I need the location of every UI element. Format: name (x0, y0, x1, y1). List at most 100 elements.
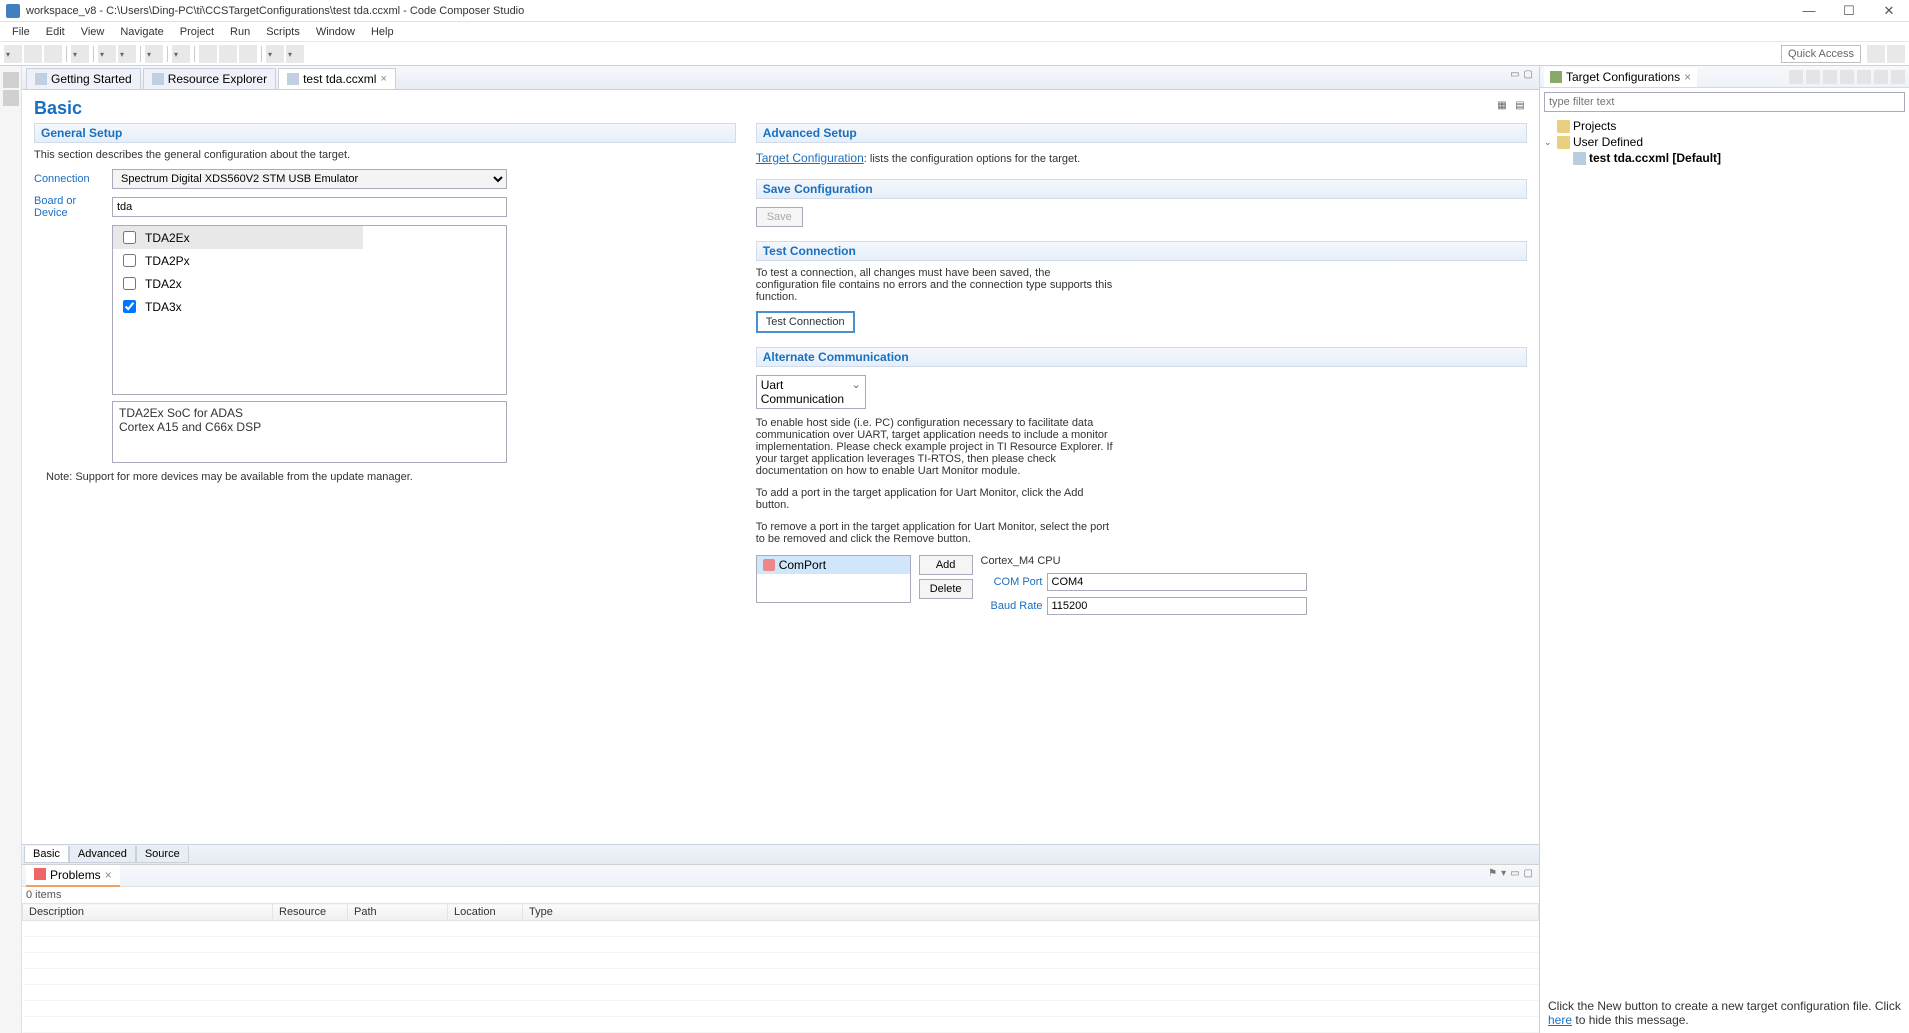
target-configuration-link[interactable]: Target Configuration (756, 151, 864, 165)
port-list[interactable]: ComPort (756, 555, 911, 603)
rp-refresh-icon[interactable] (1823, 70, 1837, 84)
device-item-tda2ex[interactable]: TDA2Ex (113, 226, 363, 249)
bottom-tab-advanced[interactable]: Advanced (69, 846, 136, 863)
toolbar-build-icon[interactable] (71, 45, 89, 63)
problems-close-icon[interactable]: × (105, 868, 112, 882)
save-button[interactable]: Save (756, 207, 803, 227)
tab-resource-explorer[interactable]: Resource Explorer (143, 68, 276, 89)
toolbar-perspective-debug-icon[interactable] (1887, 45, 1905, 63)
toolbar-search-icon[interactable] (172, 45, 190, 63)
toolbar-separator (93, 46, 94, 62)
bottom-tab-basic[interactable]: Basic (24, 846, 69, 863)
problems-tab[interactable]: Problems × (26, 865, 120, 887)
col-type[interactable]: Type (523, 904, 1539, 921)
connection-select[interactable]: Spectrum Digital XDS560V2 STM USB Emulat… (112, 169, 507, 189)
tree-label: test tda.ccxml [Default] (1589, 151, 1721, 165)
toolbar-stepover-icon[interactable] (239, 45, 257, 63)
device-item-tda2px[interactable]: TDA2Px (113, 249, 506, 272)
toolbar-back-icon[interactable] (266, 45, 284, 63)
gutter-icon[interactable] (3, 72, 19, 88)
rp-link-icon[interactable] (1857, 70, 1871, 84)
rp-delete-icon[interactable] (1806, 70, 1820, 84)
toolbar-stepout-icon[interactable] (219, 45, 237, 63)
minimize-button[interactable]: — (1795, 3, 1823, 19)
bottom-tab-source[interactable]: Source (136, 846, 189, 863)
test-connection-header: Test Connection (756, 241, 1527, 261)
file-icon (1573, 152, 1586, 165)
tree-label: Projects (1573, 119, 1616, 133)
tab-getting-started[interactable]: Getting Started (26, 68, 141, 89)
menu-view[interactable]: View (73, 24, 113, 40)
filter-input[interactable] (1544, 92, 1905, 112)
device-checkbox[interactable] (123, 254, 136, 267)
baudrate-input[interactable] (1047, 597, 1307, 615)
close-window-button[interactable]: ✕ (1875, 3, 1903, 19)
toolbar-flash-icon[interactable] (145, 45, 163, 63)
rp-min-icon[interactable] (1874, 70, 1888, 84)
add-port-button[interactable]: Add (919, 555, 973, 575)
menu-run[interactable]: Run (222, 24, 258, 40)
port-item-comport[interactable]: ComPort (757, 556, 910, 574)
device-checkbox[interactable] (123, 277, 136, 290)
board-filter-input[interactable] (112, 197, 507, 217)
menu-window[interactable]: Window (308, 24, 363, 40)
maximize-button[interactable]: ☐ (1835, 3, 1863, 19)
gutter-icon[interactable] (3, 90, 19, 106)
device-description: TDA2Ex SoC for ADAS Cortex A15 and C66x … (112, 401, 507, 463)
device-item-tda3x[interactable]: TDA3x (113, 295, 506, 318)
device-list[interactable]: TDA2Ex TDA2Px TDA2x TDA3x (112, 225, 507, 395)
target-config-close-icon[interactable]: × (1684, 70, 1691, 84)
toolbar-run-icon[interactable] (118, 45, 136, 63)
test-connection-button[interactable]: Test Connection (756, 311, 855, 333)
toolbar-new-icon[interactable] (4, 45, 22, 63)
view-mode-icon[interactable]: ▤ (1513, 100, 1527, 114)
rp-new-icon[interactable] (1789, 70, 1803, 84)
problems-menu-icon[interactable]: ▾ (1501, 868, 1506, 879)
toolbar-forward-icon[interactable] (286, 45, 304, 63)
problems-maximize-icon[interactable]: ▢ (1524, 868, 1533, 879)
view-mode-icon[interactable]: ▦ (1495, 100, 1509, 114)
tab-test-tda-ccxml[interactable]: test tda.ccxml × (278, 68, 396, 89)
toolbar-perspective-ccs-icon[interactable] (1867, 45, 1885, 63)
toolbar-saveall-icon[interactable] (44, 45, 62, 63)
tree-user-defined[interactable]: ⌄ User Defined (1544, 134, 1905, 150)
tab-label: Getting Started (51, 72, 132, 86)
alternate-comm-select[interactable]: Uart Communication (756, 375, 866, 409)
menu-edit[interactable]: Edit (38, 24, 73, 40)
target-configurations-tab[interactable]: Target Configurations × (1544, 67, 1697, 87)
toolbar-separator (194, 46, 195, 62)
menu-project[interactable]: Project (172, 24, 222, 40)
target-configuration-text: : lists the configuration options for th… (864, 153, 1080, 165)
col-resource[interactable]: Resource (273, 904, 348, 921)
col-description[interactable]: Description (23, 904, 273, 921)
device-checkbox[interactable] (123, 231, 136, 244)
tab-close-icon[interactable]: × (380, 73, 386, 85)
toolbar-debug-icon[interactable] (98, 45, 116, 63)
menu-navigate[interactable]: Navigate (112, 24, 171, 40)
col-location[interactable]: Location (448, 904, 523, 921)
rp-max-icon[interactable] (1891, 70, 1905, 84)
problems-minimize-icon[interactable]: ▭ (1510, 868, 1519, 879)
menu-file[interactable]: File (4, 24, 38, 40)
device-checkbox[interactable] (123, 300, 136, 313)
toolbar-step-icon[interactable] (199, 45, 217, 63)
menu-scripts[interactable]: Scripts (258, 24, 308, 40)
col-path[interactable]: Path (348, 904, 448, 921)
toolbar-separator (140, 46, 141, 62)
device-item-tda2x[interactable]: TDA2x (113, 272, 506, 295)
quick-access-field[interactable]: Quick Access (1781, 45, 1861, 63)
problems-title: Problems (50, 868, 101, 882)
device-name: TDA2Ex (145, 231, 190, 245)
problems-toolbtn-icon[interactable]: ⚑ (1488, 868, 1497, 879)
menu-help[interactable]: Help (363, 24, 402, 40)
tree-file-test-tda[interactable]: test tda.ccxml [Default] (1544, 150, 1905, 166)
editor-maximize-icon[interactable]: ▢ (1524, 69, 1533, 80)
tree-projects[interactable]: Projects (1544, 118, 1905, 134)
toolbar-save-icon[interactable] (24, 45, 42, 63)
editor-minimize-icon[interactable]: ▭ (1510, 69, 1519, 80)
rp-collapse-icon[interactable] (1840, 70, 1854, 84)
help-here-link[interactable]: here (1548, 1013, 1572, 1027)
table-row (23, 1017, 1539, 1033)
comport-input[interactable] (1047, 573, 1307, 591)
delete-port-button[interactable]: Delete (919, 579, 973, 599)
